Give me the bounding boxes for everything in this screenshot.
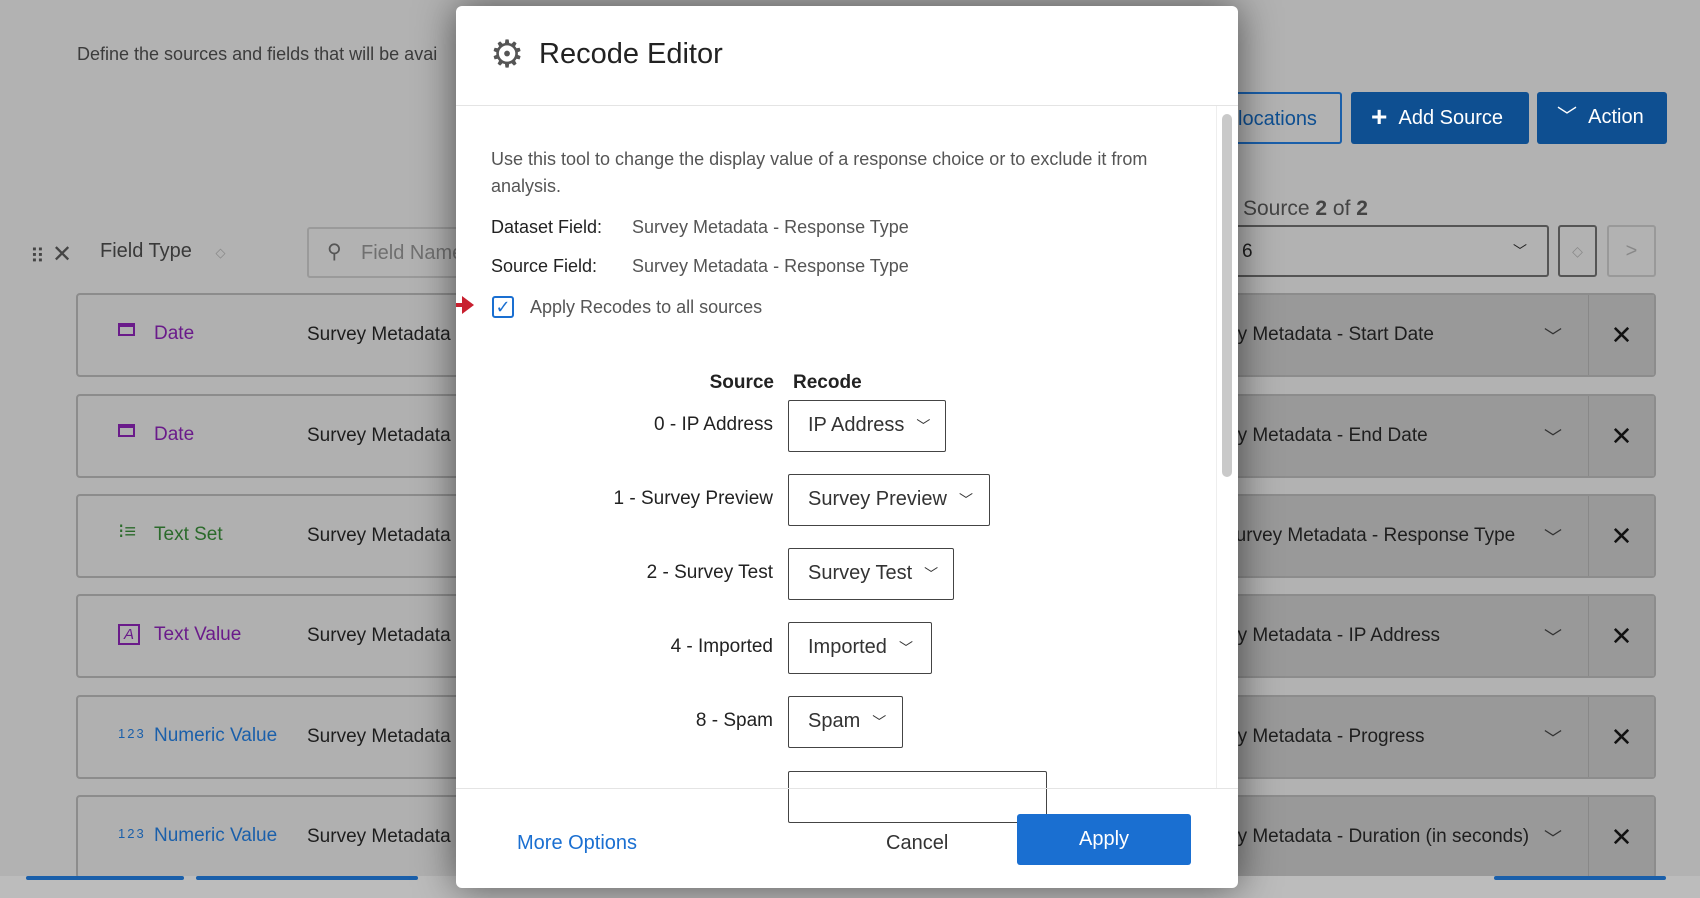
field-name: Survey Metadata -: [307, 525, 463, 546]
field-type: Date: [154, 424, 195, 445]
remove-field-button[interactable]: ✕: [1588, 295, 1654, 375]
search-placeholder: Field Name: [361, 242, 464, 264]
source-field-value: Survey Metadata - Response Type: [632, 256, 909, 276]
chevron-down-icon: ﹀: [1557, 106, 1577, 128]
add-source-label: Add Source: [1398, 107, 1503, 129]
recode-source-label: 1 - Survey Preview: [613, 488, 773, 509]
remove-field-button[interactable]: ✕: [1588, 697, 1654, 777]
field-type-label: Field Type: [100, 240, 192, 262]
calendar-icon: [118, 323, 135, 341]
chevron-down-icon[interactable]: ﹀: [1544, 725, 1562, 751]
gear-icon: ⚙: [490, 34, 525, 76]
recode-dropdown[interactable]: Imported ﹀: [788, 622, 932, 674]
recode-dropdown[interactable]: Spam ﹀: [788, 696, 903, 748]
chevron-down-icon: ﹀: [924, 566, 939, 582]
chevron-down-icon: ﹀: [958, 492, 973, 508]
recode-source-label: 2 - Survey Test: [646, 562, 773, 583]
mapped-field-select[interactable]: ey Metadata - Duration (in seconds): [1227, 826, 1529, 848]
chevron-down-icon[interactable]: ﹀: [1544, 825, 1562, 851]
mapped-field-select[interactable]: ey Metadata - Start Date: [1227, 324, 1434, 346]
mapped-field-select[interactable]: ey Metadata - IP Address: [1227, 625, 1440, 647]
source-pager-label: Source 2 of 2: [1243, 197, 1368, 220]
source-select[interactable]: 6 ﹀: [1200, 225, 1549, 277]
dialog-description: Use this tool to change the display valu…: [491, 149, 1148, 196]
chevron-down-icon[interactable]: ﹀: [1544, 524, 1562, 550]
recode-column-header: Recode: [793, 372, 862, 393]
action-button[interactable]: ﹀ Action: [1537, 92, 1667, 144]
numeric-icon: 123: [118, 726, 146, 741]
recode-value: Spam: [808, 710, 861, 732]
recode-source-label: 8 - Spam: [695, 710, 773, 731]
recode-dropdown[interactable]: IP Address ﹀: [788, 400, 946, 452]
field-type: Text Value: [154, 624, 242, 645]
field-name: Survey Metadata -: [307, 324, 463, 345]
recode-value: Survey Preview: [808, 488, 947, 510]
dataset-field-label: Dataset Field:: [491, 217, 603, 237]
drag-handle-icon[interactable]: ⠿: [30, 244, 45, 269]
remove-field-button[interactable]: ✕: [1588, 496, 1654, 576]
field-name: Survey Metadata -: [307, 425, 463, 446]
scrollbar[interactable]: [1222, 114, 1232, 477]
dialog-title: Recode Editor: [539, 38, 723, 70]
field-type: Numeric Value: [154, 825, 278, 846]
recode-value: Survey Test: [808, 562, 913, 584]
page-intro: Define the sources and fields that will …: [77, 44, 438, 64]
plus-icon: +: [1371, 101, 1388, 132]
remove-field-button[interactable]: ✕: [1588, 596, 1654, 676]
dataset-field-value: Survey Metadata - Response Type: [632, 217, 909, 237]
field-type: Numeric Value: [154, 725, 278, 746]
chevron-down-icon: ﹀: [1513, 243, 1527, 259]
sort-icon: ◇: [215, 245, 226, 260]
close-icon[interactable]: ✕: [52, 240, 72, 269]
recode-value: Imported: [808, 636, 887, 658]
recode-value: IP Address: [808, 414, 905, 436]
field-name: Survey Metadata -: [307, 625, 463, 646]
more-options-link[interactable]: More Options: [517, 832, 637, 855]
field-name: Survey Metadata -: [307, 726, 463, 747]
field-name: Survey Metadata -: [307, 826, 463, 847]
annotation-arrow: [456, 296, 474, 314]
mapped-field-select[interactable]: ey Metadata - End Date: [1227, 425, 1428, 447]
mapped-field-select[interactable]: Survey Metadata - Response Type: [1223, 525, 1515, 547]
source-column-header: Source: [709, 372, 774, 393]
recode-dropdown[interactable]: Survey Preview ﹀: [788, 474, 990, 526]
remove-field-button[interactable]: ✕: [1588, 396, 1654, 476]
recode-dropdown[interactable]: Survey Test ﹀: [788, 548, 954, 600]
chevron-down-icon: ﹀: [898, 640, 913, 656]
recode-source-label: 4 - Imported: [670, 636, 773, 657]
remove-field-button[interactable]: ✕: [1588, 797, 1654, 877]
field-type: Text Set: [154, 524, 223, 545]
apply-all-checkbox[interactable]: ✓: [492, 296, 514, 318]
search-icon: ⚲: [327, 241, 342, 263]
chevron-down-icon[interactable]: ﹀: [1544, 424, 1562, 450]
recode-source-label: 0 - IP Address: [654, 414, 773, 435]
add-source-button[interactable]: + Add Source: [1351, 92, 1529, 144]
field-type: Date: [154, 323, 195, 344]
chevron-down-icon: ﹀: [872, 714, 887, 730]
calendar-icon: [118, 424, 135, 442]
text-icon: A: [118, 624, 141, 645]
recode-editor-dialog: ⚙ Recode Editor Use this tool to change …: [456, 6, 1238, 888]
chevron-down-icon[interactable]: ﹀: [1544, 624, 1562, 650]
next-source-button[interactable]: >: [1607, 225, 1656, 277]
field-type-sort[interactable]: Field Type ◇: [100, 240, 225, 263]
chevron-down-icon: ﹀: [916, 418, 931, 434]
source-field-label: Source Field:: [491, 256, 598, 276]
mapped-field-select[interactable]: ey Metadata - Progress: [1227, 726, 1424, 748]
apply-all-label: Apply Recodes to all sources: [530, 297, 763, 317]
list-icon: ⁝≡: [118, 521, 137, 543]
apply-button[interactable]: Apply: [1017, 814, 1191, 865]
numeric-icon: 123: [118, 826, 146, 841]
source-stepper[interactable]: ◇: [1558, 225, 1597, 277]
cancel-button[interactable]: Cancel: [886, 832, 948, 855]
action-label: Action: [1588, 106, 1644, 128]
chevron-down-icon[interactable]: ﹀: [1544, 323, 1562, 349]
